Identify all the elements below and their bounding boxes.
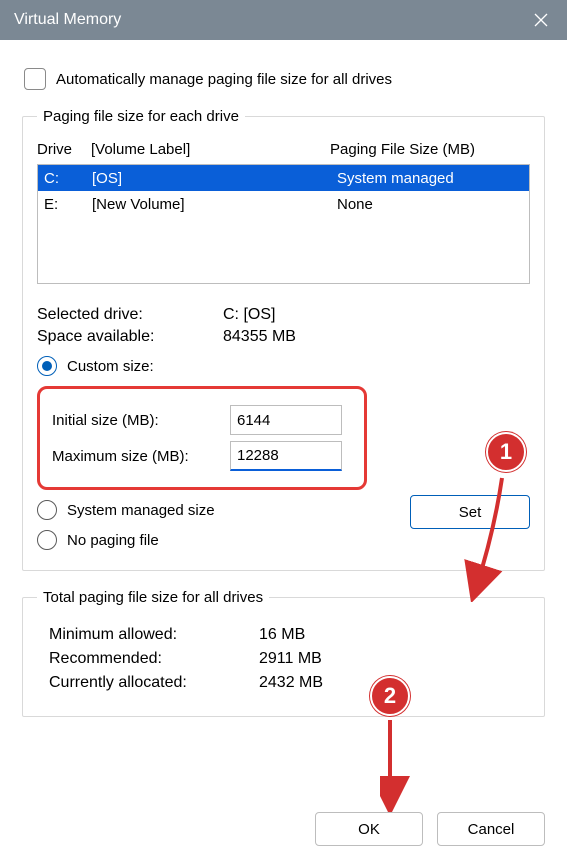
dialog-buttons: OK Cancel [315,812,545,846]
drive-row[interactable]: E: [New Volume] None [38,191,529,217]
totals-group: Total paging file size for all drives Mi… [22,589,545,717]
min-allowed-label: Minimum allowed: [49,626,259,644]
close-icon [534,13,548,27]
no-paging-radio[interactable] [37,530,57,550]
maximum-size-input[interactable] [230,441,342,471]
drive-size: System managed [337,170,523,187]
custom-size-radio[interactable] [37,356,57,376]
recommended-value: 2911 MB [259,650,322,668]
col-size: Paging File Size (MB) [330,141,530,158]
no-paging-radio-row[interactable]: No paging file [37,530,530,550]
selected-drive-label: Selected drive: [37,306,223,324]
custom-size-label: Custom size: [67,358,154,375]
space-available-label: Space available: [37,328,223,346]
drive-letter: C: [44,170,92,187]
drive-row[interactable]: C: [OS] System managed [38,165,529,191]
titlebar: Virtual Memory [0,0,567,40]
col-drive: Drive [37,141,91,158]
selected-drive-row: Selected drive: C: [OS] [37,306,530,324]
initial-size-label: Initial size (MB): [52,412,230,429]
totals-legend: Total paging file size for all drives [37,589,269,606]
custom-size-radio-row[interactable]: Custom size: [37,356,530,376]
space-available-value: 84355 MB [223,328,296,346]
drive-letter: E: [44,196,92,213]
initial-size-input[interactable] [230,405,342,435]
set-button[interactable]: Set [410,495,530,529]
auto-manage-label: Automatically manage paging file size fo… [56,71,392,88]
virtual-memory-dialog: Virtual Memory Automatically manage pagi… [0,0,567,866]
recommended-label: Recommended: [49,650,259,668]
col-volume: [Volume Label] [91,141,330,158]
drive-size: None [337,196,523,213]
currently-allocated-label: Currently allocated: [49,674,259,692]
selected-drive-value: C: [OS] [223,306,275,324]
drive-list-header: Drive [Volume Label] Paging File Size (M… [37,141,530,158]
custom-size-highlight: Initial size (MB): Maximum size (MB): [37,386,367,490]
no-paging-label: No paging file [67,532,159,549]
per-drive-group: Paging file size for each drive Drive [V… [22,108,545,571]
window-title: Virtual Memory [14,11,121,29]
dialog-body: Automatically manage paging file size fo… [0,40,567,753]
min-allowed-value: 16 MB [259,626,305,644]
space-available-row: Space available: 84355 MB [37,328,530,346]
system-managed-radio[interactable] [37,500,57,520]
drive-label: [New Volume] [92,196,337,213]
per-drive-legend: Paging file size for each drive [37,108,245,125]
maximum-size-label: Maximum size (MB): [52,448,230,465]
cancel-button[interactable]: Cancel [437,812,545,846]
currently-allocated-value: 2432 MB [259,674,323,692]
drive-label: [OS] [92,170,337,187]
auto-manage-row[interactable]: Automatically manage paging file size fo… [24,68,545,90]
close-button[interactable] [515,0,567,40]
drive-list[interactable]: C: [OS] System managed E: [New Volume] N… [37,164,530,284]
ok-button[interactable]: OK [315,812,423,846]
auto-manage-checkbox[interactable] [24,68,46,90]
system-managed-label: System managed size [67,502,215,519]
